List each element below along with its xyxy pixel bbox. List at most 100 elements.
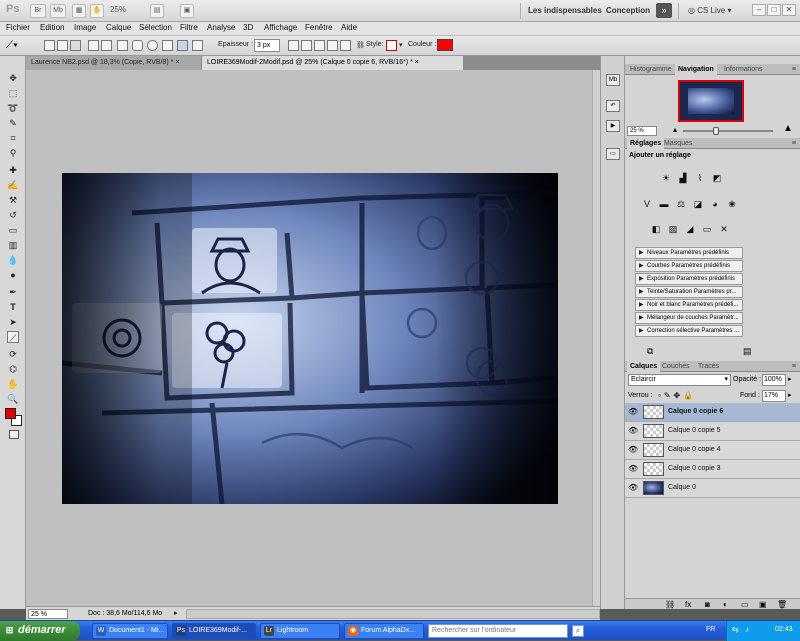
brightness-icon[interactable]: ☀	[660, 172, 672, 184]
selective-color-icon[interactable]: ✕	[718, 223, 730, 235]
combine-exclude-button[interactable]	[340, 40, 351, 51]
tab-masques[interactable]: Masques	[661, 138, 695, 149]
preset-niveaux[interactable]: ▶ Niveaux Paramètres prédéfinis	[635, 247, 743, 259]
zoom-level-dropdown[interactable]: 25%	[110, 5, 126, 14]
eye-icon[interactable]: 👁	[628, 426, 638, 435]
line-shape-button[interactable]	[177, 40, 188, 51]
view-extras-button[interactable]: ▦	[72, 4, 86, 18]
zoom-icon[interactable]: 🔍	[7, 393, 19, 405]
blend-mode-select[interactable]: Eclaircir ▾	[628, 374, 731, 386]
levels-icon[interactable]: ▟	[677, 172, 689, 184]
menu-selection[interactable]: Sélection	[139, 23, 172, 32]
eye-icon[interactable]: 👁	[628, 445, 638, 454]
type-icon[interactable]: T	[7, 301, 19, 313]
search-icon[interactable]: ⌕	[572, 625, 584, 637]
animation-icon[interactable]: ▭	[606, 148, 620, 160]
rectangle-shape-button[interactable]	[117, 40, 128, 51]
eyedropper-icon[interactable]: ⚲	[7, 147, 19, 159]
fill-input[interactable]: 17%	[762, 390, 786, 402]
minimize-button[interactable]: –	[752, 4, 766, 16]
tab-loire369[interactable]: LOIRE369Modif-2Modif.psd @ 25% (Calque 0…	[202, 56, 464, 70]
panel-menu-icon[interactable]: ≡	[792, 363, 796, 370]
gradient-icon[interactable]: ▥	[7, 239, 19, 251]
menu-image[interactable]: Image	[74, 23, 96, 32]
layer-calque-0-copie-4[interactable]: 👁 Calque 0 copie 4	[625, 441, 800, 460]
taskbar-item-firefox[interactable]: ◉ Forum AlphaDx...	[344, 623, 424, 639]
hand-tool-button[interactable]: ✋	[90, 4, 104, 18]
close-button[interactable]: ✕	[782, 4, 796, 16]
combine-add-button[interactable]	[301, 40, 312, 51]
tab-traces[interactable]: Tracés	[695, 361, 722, 372]
layer-calque-0-copie-6[interactable]: 👁 Calque 0 copie 6	[625, 403, 800, 422]
taskbar-item-lightroom[interactable]: Lr Lightroom	[260, 623, 340, 639]
status-zoom-field[interactable]: 25 %	[28, 609, 68, 619]
hue-saturation-icon[interactable]: ▬	[658, 198, 670, 210]
rounded-rect-shape-button[interactable]	[132, 40, 143, 51]
navigator-zoom-field[interactable]: 25 %	[627, 126, 657, 136]
line-tool-preset-icon[interactable]: ⟋▾	[6, 39, 26, 53]
black-white-icon[interactable]: ◪	[692, 198, 704, 210]
navigator-thumbnail[interactable]	[678, 80, 744, 122]
add-mask-icon[interactable]: ◙	[705, 599, 710, 610]
arrange-docs-button[interactable]: ▤	[150, 4, 164, 18]
tab-laurence[interactable]: Laurence NB2.psd @ 18,3% (Copie, RVB/8) …	[26, 56, 202, 70]
line-icon[interactable]: ⟋	[7, 331, 19, 343]
hand-icon[interactable]: ✋	[7, 378, 19, 390]
shape-layers-button[interactable]	[44, 40, 55, 51]
tab-navigation[interactable]: Navigation	[675, 64, 717, 75]
pen-mode-button[interactable]	[88, 40, 99, 51]
slider-handle[interactable]	[713, 127, 719, 135]
brush-icon[interactable]: ✍	[7, 179, 19, 191]
menu-affichage[interactable]: Affichage	[264, 23, 297, 32]
combine-new-button[interactable]	[288, 40, 299, 51]
opacity-input[interactable]: 100%	[762, 374, 786, 386]
fill-pixels-button[interactable]	[70, 40, 81, 51]
pen-icon[interactable]: ✒	[7, 286, 19, 298]
panel-menu-icon[interactable]: ≡	[792, 140, 796, 147]
color-swatch[interactable]	[437, 39, 453, 51]
clone-stamp-icon[interactable]: ⚒	[7, 194, 19, 206]
panel-menu-icon[interactable]: ≡	[792, 66, 796, 73]
3d-rotate-icon[interactable]: ⟳	[7, 348, 19, 360]
threshold-icon[interactable]: ◢	[684, 223, 696, 235]
screen-mode-button[interactable]: ▣	[180, 4, 194, 18]
chevron-right-icon[interactable]: ▸	[174, 609, 184, 619]
zoom-in-icon[interactable]: ▲	[783, 124, 793, 134]
tab-reglages[interactable]: Réglages	[627, 138, 665, 149]
link-icon[interactable]: ⛓	[356, 41, 365, 49]
close-icon[interactable]: ×	[415, 59, 419, 66]
mini-bridge-button[interactable]: Mb	[50, 4, 66, 18]
taskbar-item-photoshop[interactable]: Ps LOIRE369Modif-...	[172, 623, 256, 639]
marquee-icon[interactable]: ⬚	[7, 87, 19, 99]
polygon-shape-button[interactable]	[162, 40, 173, 51]
close-icon[interactable]: ×	[175, 59, 179, 66]
history-brush-icon[interactable]: ↺	[7, 209, 19, 221]
bridge-button[interactable]: Br	[30, 4, 46, 18]
healing-icon[interactable]: ✚	[7, 164, 19, 176]
menu-filtre[interactable]: Filtre	[180, 23, 198, 32]
posterize-icon[interactable]: ▨	[667, 223, 679, 235]
actions-icon[interactable]: ▶	[606, 120, 620, 132]
vibrance-icon[interactable]: V	[641, 198, 653, 210]
new-layer-icon[interactable]: ▣	[759, 599, 767, 610]
eye-icon[interactable]: 👁	[628, 464, 638, 473]
layer-calque-0-copie-5[interactable]: 👁 Calque 0 copie 5	[625, 422, 800, 441]
tab-couches[interactable]: Couches	[659, 361, 693, 372]
document-canvas-image[interactable]	[62, 173, 558, 504]
workspace-design[interactable]: Conception	[606, 6, 650, 15]
combine-subtract-button[interactable]	[314, 40, 325, 51]
navigator-zoom-slider[interactable]	[683, 127, 773, 135]
new-group-icon[interactable]: ▭	[741, 599, 749, 610]
blur-icon[interactable]: 💧	[7, 254, 19, 266]
combine-intersect-button[interactable]	[327, 40, 338, 51]
language-indicator[interactable]: FR	[706, 626, 715, 633]
preset-noir-blanc[interactable]: ▶ Noir et blanc Paramètres prédéfi...	[635, 299, 743, 311]
gradient-map-icon[interactable]: ▭	[701, 223, 713, 235]
menu-edition[interactable]: Edition	[40, 23, 64, 32]
curves-icon[interactable]: ⌇	[694, 172, 706, 184]
tab-histogramme[interactable]: Histogramme	[627, 64, 675, 75]
crop-icon[interactable]: ⌗	[7, 132, 19, 144]
style-picker[interactable]	[386, 40, 397, 51]
menu-fichier[interactable]: Fichier	[6, 23, 30, 32]
exposure-icon[interactable]: ◩	[711, 172, 723, 184]
